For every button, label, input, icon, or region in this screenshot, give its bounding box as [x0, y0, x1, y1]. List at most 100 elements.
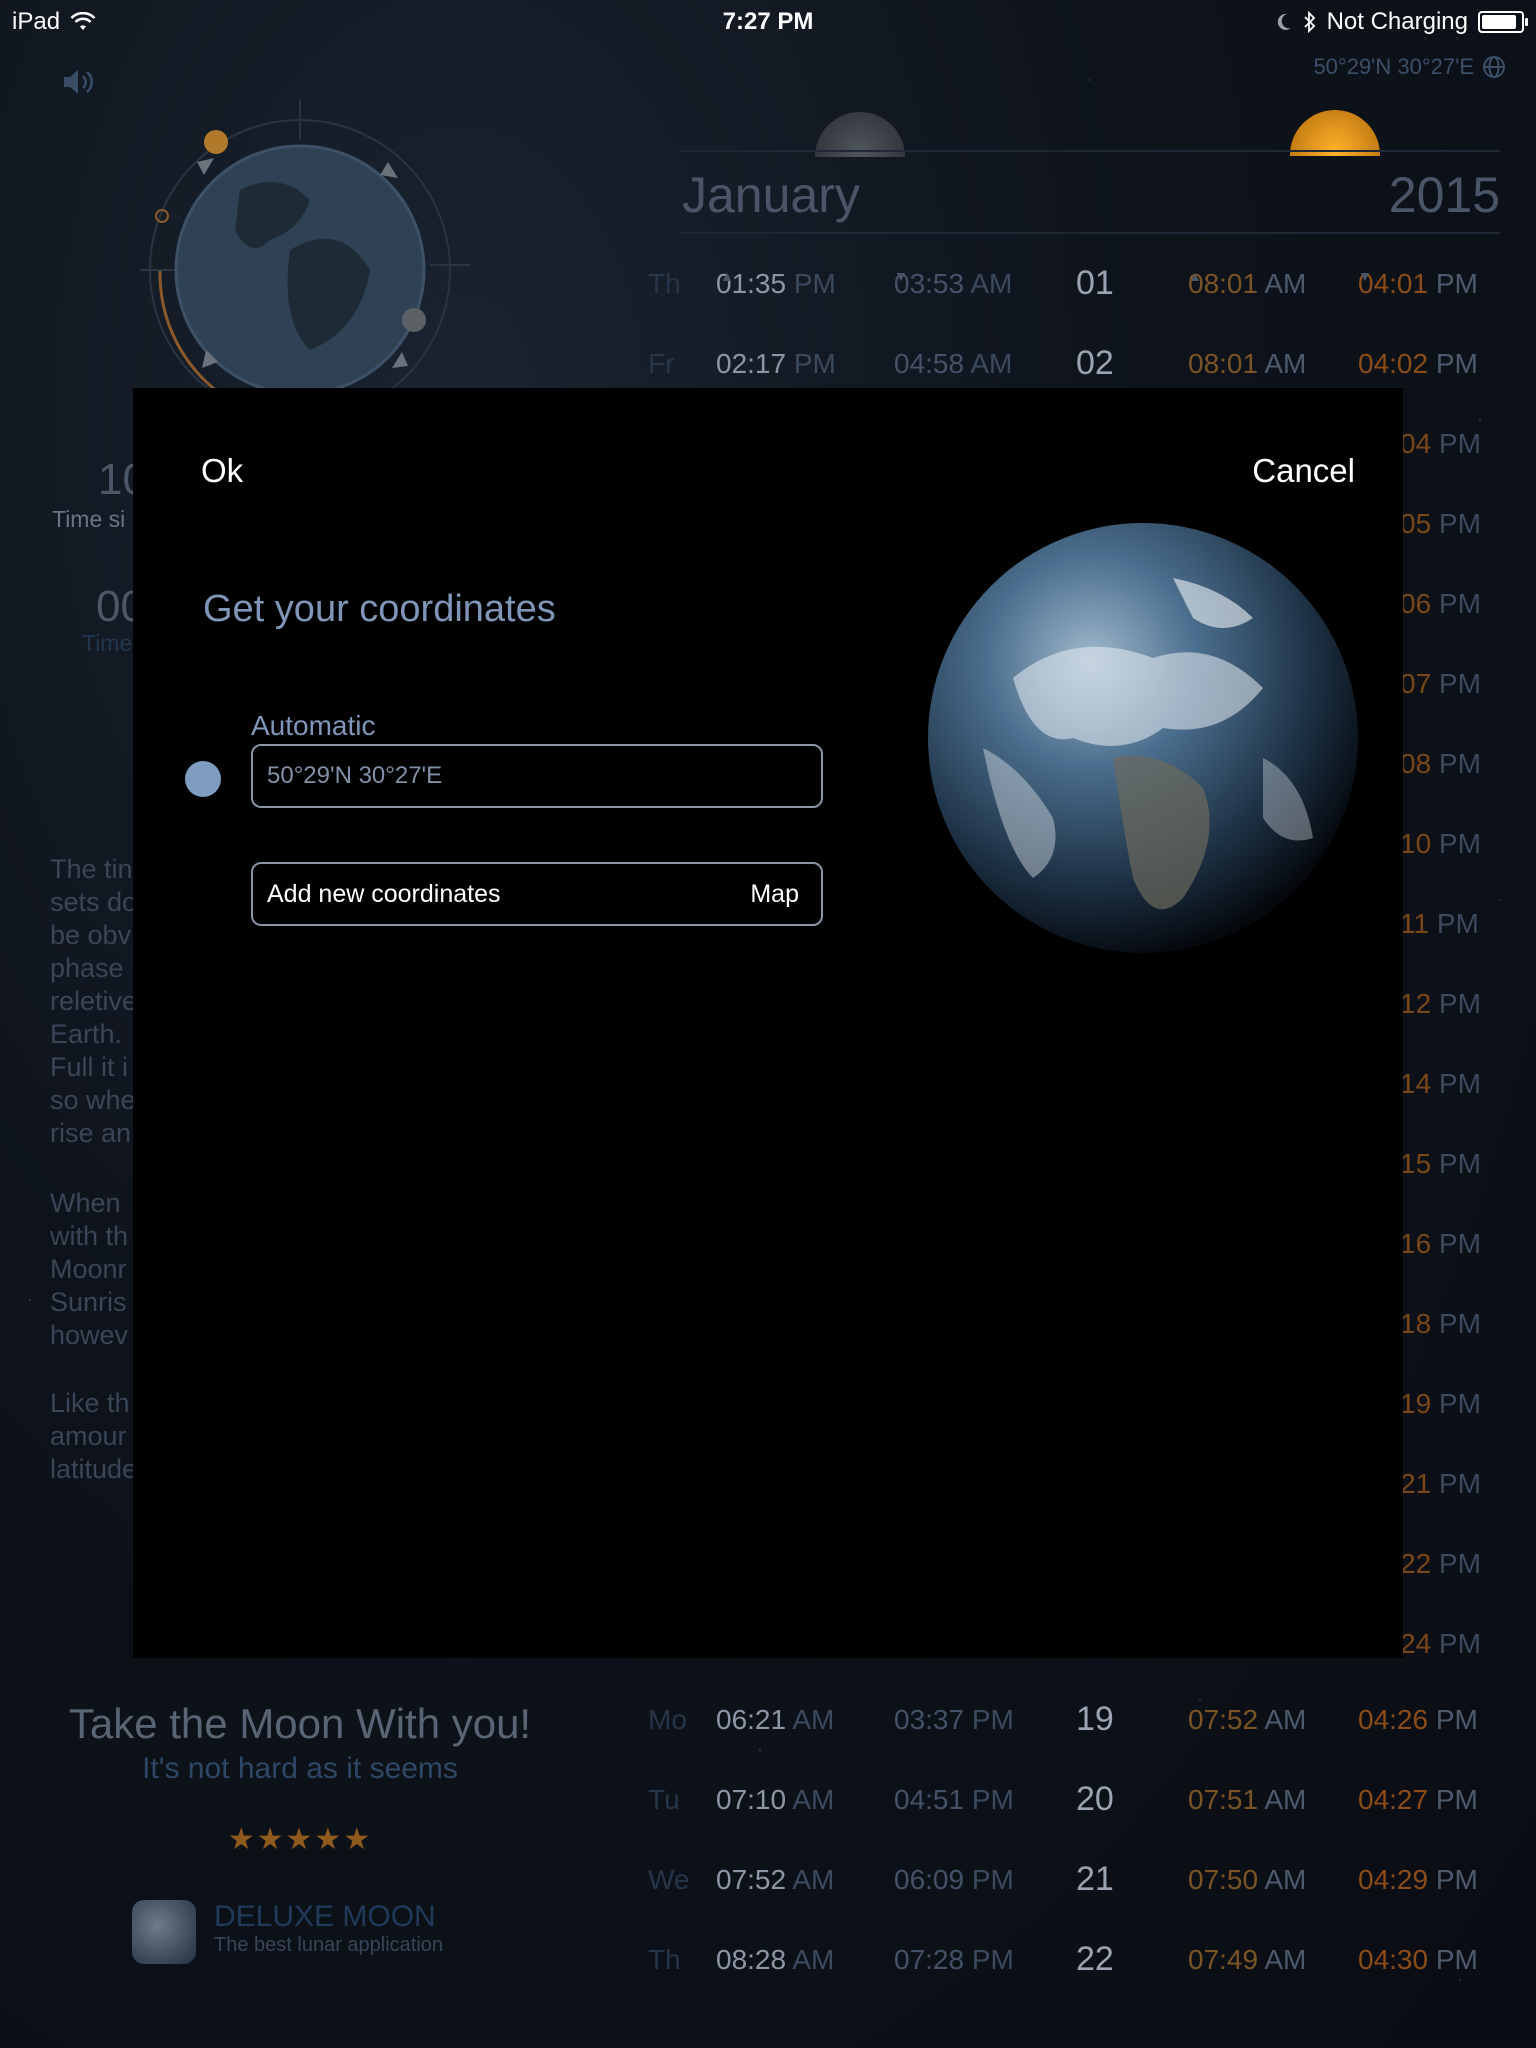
moonset-time-meridiem: PM [964, 1704, 1014, 1735]
moonrise-time: 07:10 AM [716, 1784, 834, 1816]
calendar-row[interactable]: Tu 07:10 AM 04:51 PM 20 07:51 AM 04:27 PM [640, 1780, 1520, 1844]
moonset-time-meridiem: PM [964, 1784, 1014, 1815]
date-number-value: 21 [1076, 1860, 1114, 1898]
info-text-line: be obv [50, 920, 132, 950]
month-title: January [682, 167, 860, 223]
partial-sunset-time: 12 PM [1400, 988, 1536, 1020]
info-text-line: Sunris [50, 1287, 127, 1317]
moonrise-time-meridiem: AM [786, 1704, 835, 1735]
moonset-time-value: 04:58 [894, 348, 965, 379]
partial-time-value: 11 [1400, 908, 1430, 939]
sunset-time-meridiem: PM [1428, 348, 1478, 379]
globe-icon [1483, 56, 1505, 78]
moonrise-time-value: 02:17 [716, 348, 787, 379]
sunrise-time-meridiem: AM [1258, 268, 1307, 299]
sunset-time-value: 04:29 [1358, 1864, 1429, 1895]
weekday-value: Th [648, 1944, 681, 1975]
moonset-time: 03:37 PM [894, 1704, 1014, 1736]
speaker-icon[interactable] [62, 66, 96, 98]
partial-sunset-time: 11 PM [1400, 908, 1536, 940]
battery-fill [1482, 15, 1516, 29]
add-coordinates-field[interactable]: Add new coordinates Map [251, 862, 823, 926]
automatic-coordinates-field[interactable]: 50°29'N 30°27'E [251, 744, 823, 808]
info-text-line: amour [50, 1421, 127, 1451]
moonrise-time-value: 07:10 [716, 1784, 787, 1815]
sunrise-time: 07:49 AM [1188, 1944, 1306, 1976]
date-number: 19 [1076, 1700, 1114, 1739]
automatic-radio[interactable] [185, 761, 221, 797]
moonrise-time: 07:52 AM [716, 1864, 834, 1896]
partial-sunset-time: 16 PM [1400, 1228, 1536, 1260]
moonrise-time: 08:28 AM [716, 1944, 834, 1976]
partial-time-value: 24 [1400, 1628, 1432, 1659]
info-text-line: Like th [50, 1388, 130, 1418]
partial-time-meridiem: PM [1431, 588, 1481, 619]
sunset-time: 04:02 PM [1358, 348, 1478, 380]
promo-title: Take the Moon With you! [68, 1700, 532, 1747]
sunset-time-meridiem: PM [1428, 1704, 1478, 1735]
moonset-time-value: 04:51 [894, 1784, 965, 1815]
partial-time-meridiem: PM [1431, 1548, 1481, 1579]
time-stat-label: Time [82, 630, 133, 656]
partial-time-meridiem: PM [1431, 1068, 1481, 1099]
moonrise-time: 01:35 PM [716, 268, 836, 300]
sunrise-time: 07:50 AM [1188, 1864, 1306, 1896]
moonset-time-meridiem: AM [964, 348, 1013, 379]
sunrise-time-meridiem: AM [1258, 348, 1307, 379]
info-paragraph-1: The tin sets do be obv phase reletive Earth. F… [50, 853, 137, 1150]
calendar-row[interactable]: Mo 06:21 AM 03:37 PM 19 07:52 AM 04:26 PM [640, 1700, 1520, 1764]
sunrise-time: 08:01 AM [1188, 268, 1306, 300]
partial-time-meridiem: PM [1431, 1628, 1481, 1659]
year-title: 2015 [1388, 167, 1500, 223]
partial-sunset-time: 06 PM [1400, 588, 1536, 620]
sunrise-time-meridiem: AM [1258, 1864, 1307, 1895]
weekday-value: Mo [648, 1704, 687, 1735]
sunset-time: 04:29 PM [1358, 1864, 1478, 1896]
partial-time-value: 16 [1400, 1228, 1432, 1259]
status-bar: iPad 7:27 PM Not Charging [0, 0, 1536, 40]
moonrise-time-meridiem: AM [786, 1864, 835, 1895]
deluxe-moon-icon[interactable] [132, 1900, 196, 1964]
moonrise-time: 06:21 AM [716, 1704, 834, 1736]
moonset-time-value: 07:28 [894, 1944, 965, 1975]
sunrise-time-value: 07:50 [1188, 1864, 1259, 1895]
moonset-time: 06:09 PM [894, 1864, 1014, 1896]
map-button[interactable]: Map [750, 880, 799, 909]
calendar-row[interactable]: Th 08:28 AM 07:28 PM 22 07:49 AM 04:30 PM [640, 1940, 1520, 2004]
partial-time-value: 06 [1400, 588, 1432, 619]
date-number: 02 [1076, 344, 1114, 383]
sunset-time: 04:26 PM [1358, 1704, 1478, 1736]
date-number-value: 19 [1076, 1700, 1114, 1738]
sunset-time: 04:01 PM [1358, 268, 1478, 300]
location-readout[interactable]: 50°29'N 30°27'E [1313, 54, 1506, 80]
deluxe-moon-link[interactable]: DELUXE MOON [214, 1900, 436, 1934]
ok-button[interactable]: Ok [201, 452, 243, 490]
partial-time-meridiem: PM [1431, 988, 1481, 1019]
sunset-time-meridiem: PM [1428, 268, 1478, 299]
partial-time-meridiem: PM [1431, 828, 1481, 859]
sunrise-time-value: 07:49 [1188, 1944, 1259, 1975]
partial-time-value: 12 [1400, 988, 1432, 1019]
moonrise-time-meridiem: AM [786, 1944, 835, 1975]
partial-time-value: 15 [1400, 1148, 1432, 1179]
calendar-row[interactable]: We 07:52 AM 06:09 PM 21 07:50 AM 04:29 PM [640, 1860, 1520, 1924]
calendar-row[interactable]: Th 01:35 PM 03:53 AM 01 08:01 AM 04:01 PM ▲ ▼ ▲ ▼ [640, 264, 1520, 328]
bluetooth-icon [1303, 11, 1315, 33]
partial-sunset-time: 22 PM [1400, 1548, 1536, 1580]
sunset-time-value: 04:30 [1358, 1944, 1429, 1975]
partial-time-value: 10 [1400, 828, 1432, 859]
partial-sunset-time: 07 PM [1400, 668, 1536, 700]
weekday-value: Th [648, 268, 681, 299]
moonrise-time-value: 06:21 [716, 1704, 787, 1735]
rise-arrow-icon: ▲ [720, 268, 734, 284]
partial-time-value: 07 [1400, 668, 1432, 699]
automatic-coordinates-value: 50°29'N 30°27'E [267, 762, 443, 789]
partial-time-value: 21 [1400, 1468, 1432, 1499]
partial-time-meridiem: PM [1431, 1148, 1481, 1179]
moonrise-time-value: 07:52 [716, 1864, 787, 1895]
weekday-value: Tu [648, 1784, 680, 1815]
partial-sunset-time: 08 PM [1400, 748, 1536, 780]
set-arrow-icon: ▼ [894, 268, 908, 284]
cancel-button[interactable]: Cancel [1252, 452, 1355, 490]
sunrise-time-meridiem: AM [1258, 1704, 1307, 1735]
